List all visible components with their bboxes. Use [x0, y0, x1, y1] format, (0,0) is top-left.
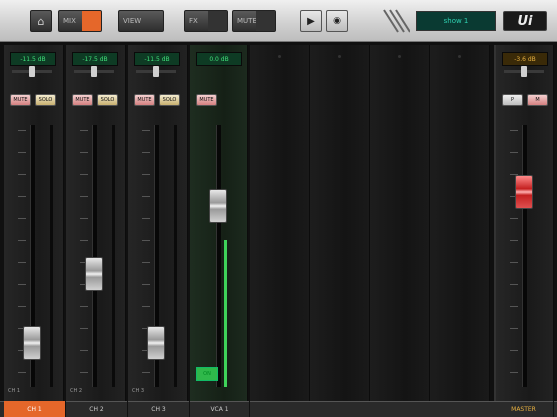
solo-button[interactable]: SOLO	[35, 94, 56, 106]
channel-fader[interactable]	[23, 325, 41, 360]
pan-knob[interactable]	[91, 66, 97, 77]
level-meter	[50, 125, 53, 387]
pan-knob[interactable]	[29, 66, 35, 77]
mix-label: MIX	[63, 17, 76, 25]
fader-track	[522, 125, 527, 387]
level-meter	[112, 125, 115, 387]
channel-fader[interactable]	[147, 325, 165, 360]
master-mute-button[interactable]: M	[527, 94, 548, 106]
channel-tab-3[interactable]: CH 3	[128, 401, 190, 417]
empty-strip	[310, 45, 370, 401]
mute-group-label: MUTE	[237, 17, 257, 25]
record-button[interactable]: ◉	[326, 10, 348, 32]
mix-button[interactable]: MIX	[58, 10, 102, 32]
divider-stripes-icon	[380, 8, 411, 34]
fader-track	[216, 125, 221, 387]
channel-tab-1[interactable]: CH 1	[4, 401, 66, 417]
balance-knob[interactable]	[521, 66, 527, 77]
empty-strip	[250, 45, 310, 401]
ui-logo: Ui	[503, 11, 547, 31]
group-label: CH 3	[132, 388, 145, 394]
group-label: CH 2	[70, 388, 83, 394]
channel-strip-2: -17.5 dB MUTE SOLO CH 2	[66, 45, 126, 401]
master-left-button[interactable]: P	[502, 94, 523, 106]
vca-on-button[interactable]: ON	[196, 367, 218, 381]
empty-strip-marker	[338, 55, 341, 58]
channel-tab-2[interactable]: CH 2	[66, 401, 128, 417]
vca-tab-1[interactable]: VCA 1	[190, 401, 250, 417]
gain-display: -11.5 dB	[10, 52, 56, 66]
empty-strip-marker	[398, 55, 401, 58]
view-button[interactable]: VIEW	[118, 10, 164, 32]
top-toolbar: ⌂ MIX VIEW FX MUTE ▶ ◉ show 1 Ui	[0, 0, 557, 42]
play-icon: ▶	[307, 15, 315, 27]
empty-strip-marker	[278, 55, 281, 58]
play-button[interactable]: ▶	[300, 10, 322, 32]
fader-scale	[510, 130, 518, 380]
view-label: VIEW	[123, 17, 142, 25]
solo-button[interactable]: SOLO	[97, 94, 118, 106]
solo-button[interactable]: SOLO	[159, 94, 180, 106]
gain-display: -11.5 dB	[134, 52, 180, 66]
fader-track	[92, 125, 97, 387]
empty-strip	[370, 45, 430, 401]
snapshot-display[interactable]: show 1	[416, 11, 496, 31]
fader-scale	[80, 130, 88, 380]
record-icon: ◉	[333, 16, 341, 26]
fx-button[interactable]: FX	[184, 10, 228, 32]
mute-button[interactable]: MUTE	[72, 94, 93, 106]
pan-knob[interactable]	[153, 66, 159, 77]
master-strip: -3.6 dB P M	[494, 45, 554, 401]
master-fader[interactable]	[515, 175, 533, 210]
gain-display: 0.0 dB	[196, 52, 242, 66]
mute-button[interactable]: MUTE	[10, 94, 31, 106]
channel-strip-3: -11.5 dB MUTE SOLO CH 3	[128, 45, 188, 401]
gain-display: -3.6 dB	[502, 52, 548, 66]
mute-button[interactable]: MUTE	[134, 94, 155, 106]
fx-label: FX	[189, 17, 198, 25]
level-meter	[174, 125, 177, 387]
vca-level-meter	[224, 240, 227, 387]
channel-strip-1: -11.5 dB MUTE SOLO CH 1	[4, 45, 64, 401]
channel-fader[interactable]	[85, 257, 103, 292]
home-button[interactable]: ⌂	[30, 10, 52, 32]
mute-button[interactable]: MUTE	[196, 94, 217, 106]
empty-strip-marker	[458, 55, 461, 58]
mute-group-button[interactable]: MUTE	[232, 10, 276, 32]
gain-display: -17.5 dB	[72, 52, 118, 66]
empty-strip	[430, 45, 490, 401]
group-label: CH 1	[8, 388, 21, 394]
vca-fader[interactable]	[209, 188, 227, 223]
vca-strip-1: 0.0 dB MUTE ON	[190, 45, 248, 401]
master-tab[interactable]: MASTER	[494, 401, 554, 417]
home-icon: ⌂	[37, 14, 45, 28]
